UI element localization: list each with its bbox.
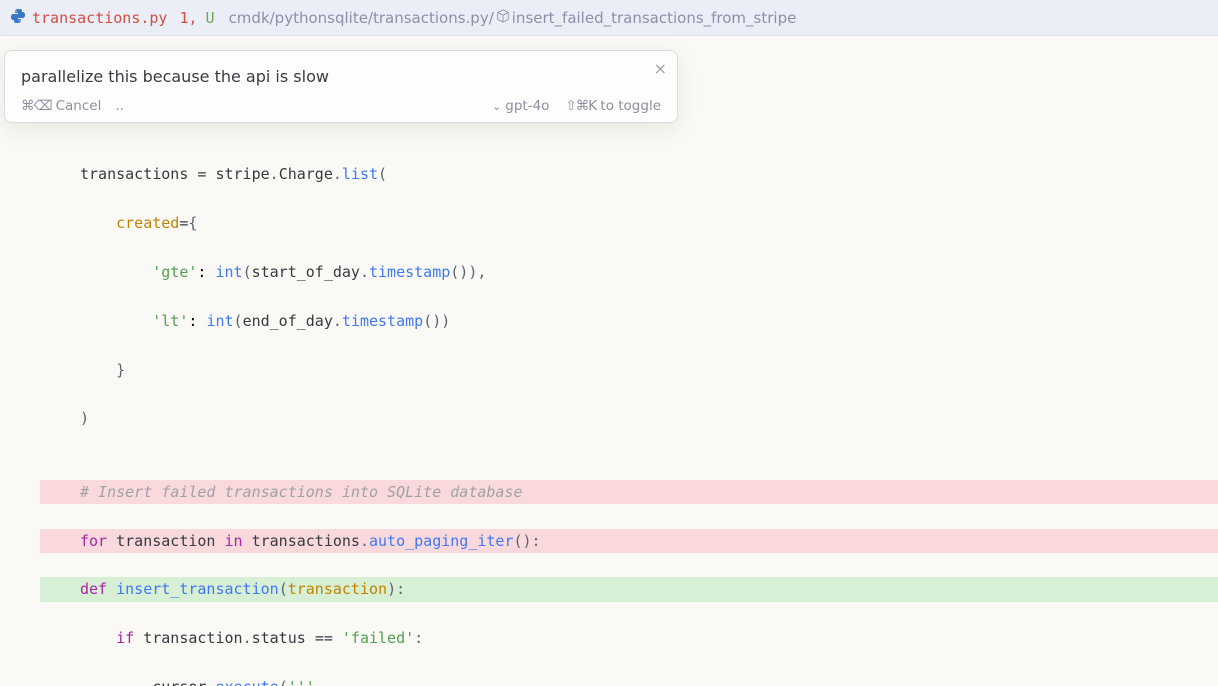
breadcrumb[interactable]: cmdk/pythonsqlite/transactions.py/ inser…	[229, 9, 797, 27]
cancel-shortcut: ⌘⌫	[21, 98, 52, 114]
toggle-hint: ⇧⌘K to toggle	[565, 98, 661, 114]
editor[interactable]: transactions = stripe.Charge.list( creat…	[0, 36, 1218, 686]
python-icon	[10, 8, 26, 28]
breadcrumb-symbol: insert_failed_transactions_from_stripe	[512, 9, 797, 27]
chat-input[interactable]: parallelize this because the api is slow	[21, 63, 661, 98]
code-area[interactable]: transactions = stripe.Charge.list( creat…	[40, 36, 1218, 686]
popup-dots: ..	[115, 98, 124, 114]
chevron-down-icon: ⌄	[492, 100, 501, 113]
cancel-label: Cancel	[56, 98, 102, 114]
tab-status-unsaved: U	[206, 9, 215, 27]
model-name: gpt-4o	[505, 98, 549, 114]
cube-icon	[496, 9, 510, 27]
model-selector[interactable]: ⌄ gpt-4o	[492, 98, 549, 114]
gutter	[0, 36, 40, 686]
close-icon[interactable]: ×	[654, 59, 667, 78]
tab-status-num: 1,	[179, 9, 197, 27]
breadcrumb-path: cmdk/pythonsqlite/transactions.py/	[229, 9, 494, 27]
inline-chat-popup: × parallelize this because the api is sl…	[4, 50, 678, 123]
tab-filename[interactable]: transactions.py	[32, 9, 167, 27]
popup-footer: ⌘⌫ Cancel .. ⌄ gpt-4o ⇧⌘K to toggle	[21, 98, 661, 114]
cancel-button[interactable]: ⌘⌫ Cancel	[21, 98, 101, 114]
tab-bar: transactions.py 1, U cmdk/pythonsqlite/t…	[0, 0, 1218, 36]
